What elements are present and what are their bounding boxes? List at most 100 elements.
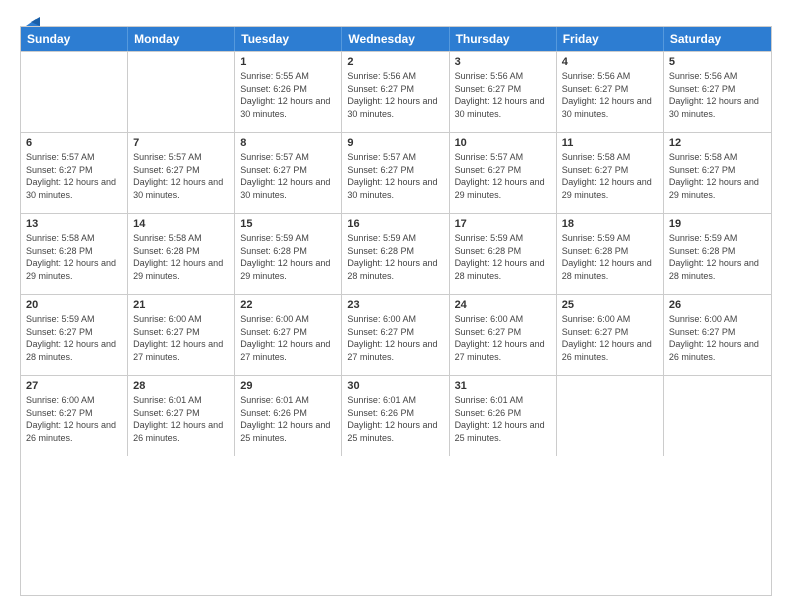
day-number: 15 bbox=[240, 218, 336, 230]
day-number: 5 bbox=[669, 56, 766, 68]
day-info: Sunrise: 6:00 AMSunset: 6:27 PMDaylight:… bbox=[26, 394, 122, 444]
day-info: Sunrise: 5:58 AMSunset: 6:27 PMDaylight:… bbox=[669, 151, 766, 201]
day-number: 14 bbox=[133, 218, 229, 230]
day-number: 13 bbox=[26, 218, 122, 230]
calendar-cell: 3Sunrise: 5:56 AMSunset: 6:27 PMDaylight… bbox=[450, 52, 557, 132]
day-info: Sunrise: 5:57 AMSunset: 6:27 PMDaylight:… bbox=[455, 151, 551, 201]
weekday-header: Thursday bbox=[450, 27, 557, 51]
calendar-cell: 8 Sunrise: 5:57 AMSunset: 6:27 PMDaylight… bbox=[235, 133, 342, 213]
calendar-header: SundayMondayTuesdayWednesdayThursdayFrid… bbox=[21, 27, 771, 51]
calendar-cell bbox=[21, 52, 128, 132]
day-info: Sunrise: 5:57 AMSunset: 6:27 PMDaylight:… bbox=[133, 151, 229, 201]
day-number: 12 bbox=[669, 137, 766, 149]
calendar-cell: 26 Sunrise: 6:00 AMSunset: 6:27 PMDayligh… bbox=[664, 295, 771, 375]
day-info: Sunrise: 5:56 AMSunset: 6:27 PMDaylight:… bbox=[562, 70, 658, 120]
day-info: Sunrise: 5:57 AMSunset: 6:27 PMDaylight:… bbox=[240, 151, 336, 201]
weekday-header: Saturday bbox=[664, 27, 771, 51]
calendar-cell: 6 Sunrise: 5:57 AMSunset: 6:27 PMDaylight… bbox=[21, 133, 128, 213]
calendar-page: SundayMondayTuesdayWednesdayThursdayFrid… bbox=[0, 0, 792, 612]
day-info: Sunrise: 5:59 AMSunset: 6:28 PMDaylight:… bbox=[562, 232, 658, 282]
calendar-cell: 13 Sunrise: 5:58 AMSunset: 6:28 PMDayligh… bbox=[21, 214, 128, 294]
day-number: 2 bbox=[347, 56, 443, 68]
day-info: Sunrise: 5:58 AMSunset: 6:28 PMDaylight:… bbox=[26, 232, 122, 282]
day-number: 9 bbox=[347, 137, 443, 149]
day-info: Sunrise: 6:00 AMSunset: 6:27 PMDaylight:… bbox=[455, 313, 551, 363]
day-info: Sunrise: 6:00 AMSunset: 6:27 PMDaylight:… bbox=[347, 313, 443, 363]
calendar-cell: 21 Sunrise: 6:00 AMSunset: 6:27 PMDayligh… bbox=[128, 295, 235, 375]
day-info: Sunrise: 6:01 AMSunset: 6:26 PMDaylight:… bbox=[455, 394, 551, 444]
day-info: Sunrise: 5:57 AMSunset: 6:27 PMDaylight:… bbox=[26, 151, 122, 201]
calendar-cell: 18 Sunrise: 5:59 AMSunset: 6:28 PMDayligh… bbox=[557, 214, 664, 294]
calendar-cell: 16 Sunrise: 5:59 AMSunset: 6:28 PMDayligh… bbox=[342, 214, 449, 294]
day-number: 18 bbox=[562, 218, 658, 230]
calendar-cell: 12 Sunrise: 5:58 AMSunset: 6:27 PMDayligh… bbox=[664, 133, 771, 213]
day-number: 22 bbox=[240, 299, 336, 311]
calendar-cell: 27Sunrise: 6:00 AMSunset: 6:27 PMDayligh… bbox=[21, 376, 128, 456]
calendar-cell: 2 Sunrise: 5:56 AMSunset: 6:27 PMDaylight… bbox=[342, 52, 449, 132]
calendar-row: 6 Sunrise: 5:57 AMSunset: 6:27 PMDaylight… bbox=[21, 132, 771, 213]
day-info: Sunrise: 5:57 AMSunset: 6:27 PMDaylight:… bbox=[347, 151, 443, 201]
calendar-cell: 1Sunrise: 5:55 AMSunset: 6:26 PMDaylight… bbox=[235, 52, 342, 132]
day-info: Sunrise: 6:00 AMSunset: 6:27 PMDaylight:… bbox=[669, 313, 766, 363]
calendar: SundayMondayTuesdayWednesdayThursdayFrid… bbox=[20, 26, 772, 596]
calendar-cell: 25 Sunrise: 6:00 AMSunset: 6:27 PMDayligh… bbox=[557, 295, 664, 375]
weekday-header: Friday bbox=[557, 27, 664, 51]
day-info: Sunrise: 5:56 AMSunset: 6:27 PMDaylight:… bbox=[347, 70, 443, 120]
day-number: 30 bbox=[347, 380, 443, 392]
day-number: 24 bbox=[455, 299, 551, 311]
calendar-cell: 4 Sunrise: 5:56 AMSunset: 6:27 PMDaylight… bbox=[557, 52, 664, 132]
calendar-row: 20 Sunrise: 5:59 AMSunset: 6:27 PMDayligh… bbox=[21, 294, 771, 375]
day-number: 11 bbox=[562, 137, 658, 149]
calendar-body: 1Sunrise: 5:55 AMSunset: 6:26 PMDaylight… bbox=[21, 51, 771, 456]
weekday-header: Tuesday bbox=[235, 27, 342, 51]
day-info: Sunrise: 5:56 AMSunset: 6:27 PMDaylight:… bbox=[669, 70, 766, 120]
day-info: Sunrise: 5:59 AMSunset: 6:28 PMDaylight:… bbox=[347, 232, 443, 282]
calendar-cell: 9 Sunrise: 5:57 AMSunset: 6:27 PMDaylight… bbox=[342, 133, 449, 213]
weekday-header: Monday bbox=[128, 27, 235, 51]
day-number: 6 bbox=[26, 137, 122, 149]
calendar-cell: 22 Sunrise: 6:00 AMSunset: 6:27 PMDayligh… bbox=[235, 295, 342, 375]
calendar-cell: 23 Sunrise: 6:00 AMSunset: 6:27 PMDayligh… bbox=[342, 295, 449, 375]
calendar-cell: 19Sunrise: 5:59 AMSunset: 6:28 PMDayligh… bbox=[664, 214, 771, 294]
day-number: 26 bbox=[669, 299, 766, 311]
day-info: Sunrise: 5:58 AMSunset: 6:28 PMDaylight:… bbox=[133, 232, 229, 282]
logo-icon bbox=[22, 12, 40, 30]
calendar-cell bbox=[128, 52, 235, 132]
calendar-row: 13 Sunrise: 5:58 AMSunset: 6:28 PMDayligh… bbox=[21, 213, 771, 294]
calendar-cell bbox=[664, 376, 771, 456]
calendar-cell: 14 Sunrise: 5:58 AMSunset: 6:28 PMDayligh… bbox=[128, 214, 235, 294]
calendar-cell: 24 Sunrise: 6:00 AMSunset: 6:27 PMDayligh… bbox=[450, 295, 557, 375]
day-number: 21 bbox=[133, 299, 229, 311]
day-number: 10 bbox=[455, 137, 551, 149]
calendar-row: 27Sunrise: 6:00 AMSunset: 6:27 PMDayligh… bbox=[21, 375, 771, 456]
day-number: 16 bbox=[347, 218, 443, 230]
day-number: 29 bbox=[240, 380, 336, 392]
day-number: 20 bbox=[26, 299, 122, 311]
day-info: Sunrise: 6:01 AMSunset: 6:26 PMDaylight:… bbox=[240, 394, 336, 444]
day-number: 4 bbox=[562, 56, 658, 68]
day-info: Sunrise: 5:56 AMSunset: 6:27 PMDaylight:… bbox=[455, 70, 551, 120]
day-info: Sunrise: 5:59 AMSunset: 6:28 PMDaylight:… bbox=[455, 232, 551, 282]
calendar-cell: 29 Sunrise: 6:01 AMSunset: 6:26 PMDayligh… bbox=[235, 376, 342, 456]
calendar-cell: 31Sunrise: 6:01 AMSunset: 6:26 PMDayligh… bbox=[450, 376, 557, 456]
day-info: Sunrise: 6:00 AMSunset: 6:27 PMDaylight:… bbox=[240, 313, 336, 363]
calendar-cell: 20 Sunrise: 5:59 AMSunset: 6:27 PMDayligh… bbox=[21, 295, 128, 375]
day-info: Sunrise: 6:01 AMSunset: 6:26 PMDaylight:… bbox=[347, 394, 443, 444]
calendar-cell: 17Sunrise: 5:59 AMSunset: 6:28 PMDayligh… bbox=[450, 214, 557, 294]
calendar-cell: 10 Sunrise: 5:57 AMSunset: 6:27 PMDayligh… bbox=[450, 133, 557, 213]
calendar-cell bbox=[557, 376, 664, 456]
day-number: 25 bbox=[562, 299, 658, 311]
day-info: Sunrise: 5:59 AMSunset: 6:28 PMDaylight:… bbox=[240, 232, 336, 282]
day-number: 28 bbox=[133, 380, 229, 392]
day-number: 8 bbox=[240, 137, 336, 149]
day-info: Sunrise: 6:00 AMSunset: 6:27 PMDaylight:… bbox=[133, 313, 229, 363]
day-number: 7 bbox=[133, 137, 229, 149]
day-info: Sunrise: 5:59 AMSunset: 6:27 PMDaylight:… bbox=[26, 313, 122, 363]
day-info: Sunrise: 6:00 AMSunset: 6:27 PMDaylight:… bbox=[562, 313, 658, 363]
calendar-cell: 30 Sunrise: 6:01 AMSunset: 6:26 PMDayligh… bbox=[342, 376, 449, 456]
day-info: Sunrise: 5:55 AMSunset: 6:26 PMDaylight:… bbox=[240, 70, 336, 120]
weekday-header: Wednesday bbox=[342, 27, 449, 51]
day-number: 23 bbox=[347, 299, 443, 311]
calendar-cell: 11Sunrise: 5:58 AMSunset: 6:27 PMDayligh… bbox=[557, 133, 664, 213]
day-info: Sunrise: 6:01 AMSunset: 6:27 PMDaylight:… bbox=[133, 394, 229, 444]
